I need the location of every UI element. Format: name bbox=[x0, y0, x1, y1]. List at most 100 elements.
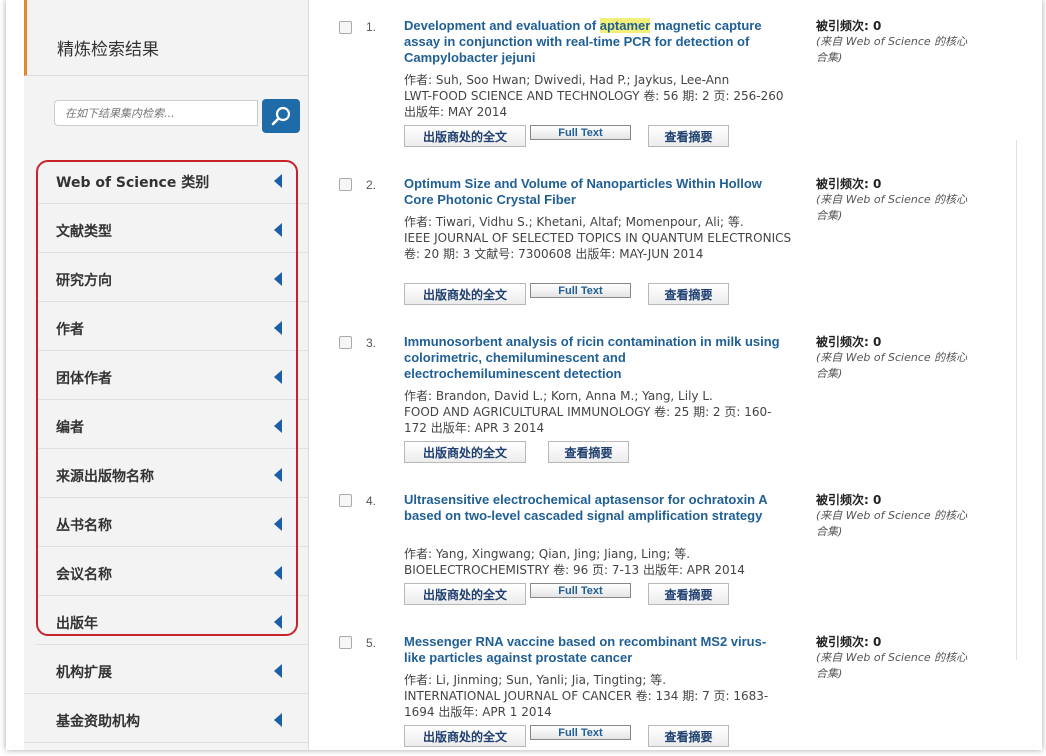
title-highlight: aptamer bbox=[599, 18, 651, 33]
expand-arrow-icon bbox=[274, 713, 282, 727]
citation-source: (来自 Web of Science 的核心合集) bbox=[816, 509, 968, 538]
expand-arrow-icon bbox=[274, 370, 282, 384]
publisher-fulltext-button[interactable]: 出版商处的全文 bbox=[404, 125, 526, 147]
expand-arrow-icon bbox=[274, 174, 282, 188]
facet-group-author[interactable]: 团体作者 bbox=[36, 352, 308, 400]
view-abstract-button[interactable]: 查看摘要 bbox=[648, 125, 729, 147]
facet-author[interactable]: 作者 bbox=[36, 303, 308, 351]
expand-arrow-icon bbox=[274, 615, 282, 629]
citation-count: 被引频次: 0 bbox=[816, 177, 882, 191]
refine-title: 精炼检索结果 bbox=[57, 40, 159, 60]
full-text-button[interactable]: Full Text bbox=[530, 583, 631, 598]
view-abstract-button[interactable]: 查看摘要 bbox=[648, 583, 729, 605]
expand-arrow-icon bbox=[274, 664, 282, 678]
publisher-fulltext-button[interactable]: 出版商处的全文 bbox=[404, 283, 526, 305]
view-abstract-button[interactable]: 查看摘要 bbox=[648, 283, 729, 305]
result-number: 3. bbox=[366, 336, 377, 350]
citation-source: (来自 Web of Science 的核心合集) bbox=[816, 193, 968, 222]
page-frame: 精炼检索结果 Web of Science 类别 文献类型 研究方向 作者 bbox=[6, 0, 1042, 750]
column-divider bbox=[1016, 140, 1017, 660]
result-number: 1. bbox=[366, 20, 377, 34]
facet-publication-year[interactable]: 出版年 bbox=[36, 597, 308, 645]
full-text-button[interactable]: Full Text bbox=[530, 725, 631, 740]
full-text-button[interactable]: Full Text bbox=[530, 125, 631, 140]
expand-arrow-icon bbox=[274, 468, 282, 482]
result-source: LWT-FOOD SCIENCE AND TECHNOLOGY 卷: 56 期:… bbox=[404, 89, 784, 119]
facet-conference-title[interactable]: 会议名称 bbox=[36, 548, 308, 596]
facet-editor[interactable]: 编者 bbox=[36, 401, 308, 449]
facet-funding-agency[interactable]: 基金资助机构 bbox=[24, 695, 308, 743]
citation-info: 被引频次: 0 (来自 Web of Science 的核心合集) bbox=[816, 18, 976, 66]
expand-arrow-icon bbox=[274, 272, 282, 286]
result-number: 2. bbox=[366, 178, 377, 192]
citation-count: 被引频次: 0 bbox=[816, 335, 882, 349]
view-abstract-button[interactable]: 查看摘要 bbox=[548, 441, 629, 463]
result-number: 5. bbox=[366, 636, 377, 650]
result-authors: 作者: Yang, Xingwang; Qian, Jing; Jiang, L… bbox=[404, 547, 691, 561]
expand-arrow-icon bbox=[274, 321, 282, 335]
facet-label: 会议名称 bbox=[56, 567, 112, 583]
facet-label: Web of Science 类别 bbox=[56, 175, 210, 191]
expand-arrow-icon bbox=[274, 517, 282, 531]
result-source: BIOELECTROCHEMISTRY 卷: 96 页: 7-13 出版年: A… bbox=[404, 563, 745, 577]
select-checkbox[interactable] bbox=[339, 494, 352, 507]
view-abstract-button[interactable]: 查看摘要 bbox=[648, 725, 729, 747]
facet-series-title[interactable]: 丛书名称 bbox=[36, 499, 308, 547]
result-number: 4. bbox=[366, 494, 377, 508]
refine-header: 精炼检索结果 bbox=[24, 0, 308, 76]
full-text-button[interactable]: Full Text bbox=[530, 283, 631, 298]
title-text: Development and evaluation of bbox=[404, 18, 600, 33]
publisher-fulltext-button[interactable]: 出版商处的全文 bbox=[404, 583, 526, 605]
result-authors: 作者: Brandon, David L.; Korn, Anna M.; Ya… bbox=[404, 389, 713, 403]
refine-sidebar: 精炼检索结果 Web of Science 类别 文献类型 研究方向 作者 bbox=[24, 0, 309, 750]
result-title[interactable]: Ultrasensitive electrochemical aptasenso… bbox=[404, 492, 784, 524]
citation-count: 被引频次: 0 bbox=[816, 635, 882, 649]
citation-source: (来自 Web of Science 的核心合集) bbox=[816, 651, 968, 680]
refine-search-input[interactable] bbox=[54, 100, 258, 126]
expand-arrow-icon bbox=[274, 566, 282, 580]
citation-info: 被引频次: 0 (来自 Web of Science 的核心合集) bbox=[816, 492, 976, 540]
facet-label: 编者 bbox=[56, 420, 84, 436]
citation-info: 被引频次: 0 (来自 Web of Science 的核心合集) bbox=[816, 334, 976, 382]
facet-label: 研究方向 bbox=[56, 273, 112, 289]
select-checkbox[interactable] bbox=[339, 636, 352, 649]
citation-count: 被引频次: 0 bbox=[816, 19, 882, 33]
result-source: INTERNATIONAL JOURNAL OF CANCER 卷: 134 期… bbox=[404, 689, 769, 719]
facet-document-type[interactable]: 文献类型 bbox=[36, 205, 308, 253]
search-icon bbox=[271, 106, 291, 126]
publisher-fulltext-button[interactable]: 出版商处的全文 bbox=[404, 441, 526, 463]
facet-label: 机构扩展 bbox=[56, 665, 112, 681]
facet-research-area[interactable]: 研究方向 bbox=[36, 254, 308, 302]
result-source: FOOD AND AGRICULTURAL IMMUNOLOGY 卷: 25 期… bbox=[404, 405, 772, 435]
facet-label: 基金资助机构 bbox=[56, 714, 140, 730]
result-authors: 作者: Li, Jinming; Sun, Yanli; Jia, Tingti… bbox=[404, 673, 667, 687]
select-checkbox[interactable] bbox=[339, 336, 352, 349]
facet-source-title[interactable]: 来源出版物名称 bbox=[36, 450, 308, 498]
result-authors: 作者: Tiwari, Vidhu S.; Khetani, Altaf; Mo… bbox=[404, 215, 744, 229]
facet-wos-category[interactable]: Web of Science 类别 bbox=[36, 156, 308, 204]
facet-label: 作者 bbox=[56, 322, 84, 338]
facet-organization[interactable]: 机构扩展 bbox=[24, 646, 308, 694]
facet-label: 出版年 bbox=[56, 616, 98, 632]
facet-label: 团体作者 bbox=[56, 371, 112, 387]
publisher-fulltext-button[interactable]: 出版商处的全文 bbox=[404, 725, 526, 747]
citation-count: 被引频次: 0 bbox=[816, 493, 882, 507]
expand-arrow-icon bbox=[274, 419, 282, 433]
citation-info: 被引频次: 0 (来自 Web of Science 的核心合集) bbox=[816, 634, 976, 682]
result-source: IEEE JOURNAL OF SELECTED TOPICS IN QUANT… bbox=[404, 231, 792, 261]
citation-source: (来自 Web of Science 的核心合集) bbox=[816, 35, 968, 64]
refine-search bbox=[54, 99, 300, 133]
result-title[interactable]: Development and evaluation of aptamer ma… bbox=[404, 18, 784, 66]
facet-label: 来源出版物名称 bbox=[56, 469, 154, 485]
citation-info: 被引频次: 0 (来自 Web of Science 的核心合集) bbox=[816, 176, 976, 224]
citation-source: (来自 Web of Science 的核心合集) bbox=[816, 351, 968, 380]
result-title[interactable]: Optimum Size and Volume of Nanoparticles… bbox=[404, 176, 784, 208]
search-button[interactable] bbox=[262, 99, 300, 133]
facet-label: 文献类型 bbox=[56, 224, 112, 240]
result-title[interactable]: Messenger RNA vaccine based on recombina… bbox=[404, 634, 784, 666]
expand-arrow-icon bbox=[274, 223, 282, 237]
select-checkbox[interactable] bbox=[339, 21, 352, 34]
facet-label: 丛书名称 bbox=[56, 518, 112, 534]
select-checkbox[interactable] bbox=[339, 178, 352, 191]
result-title[interactable]: Immunosorbent analysis of ricin contamin… bbox=[404, 334, 784, 382]
